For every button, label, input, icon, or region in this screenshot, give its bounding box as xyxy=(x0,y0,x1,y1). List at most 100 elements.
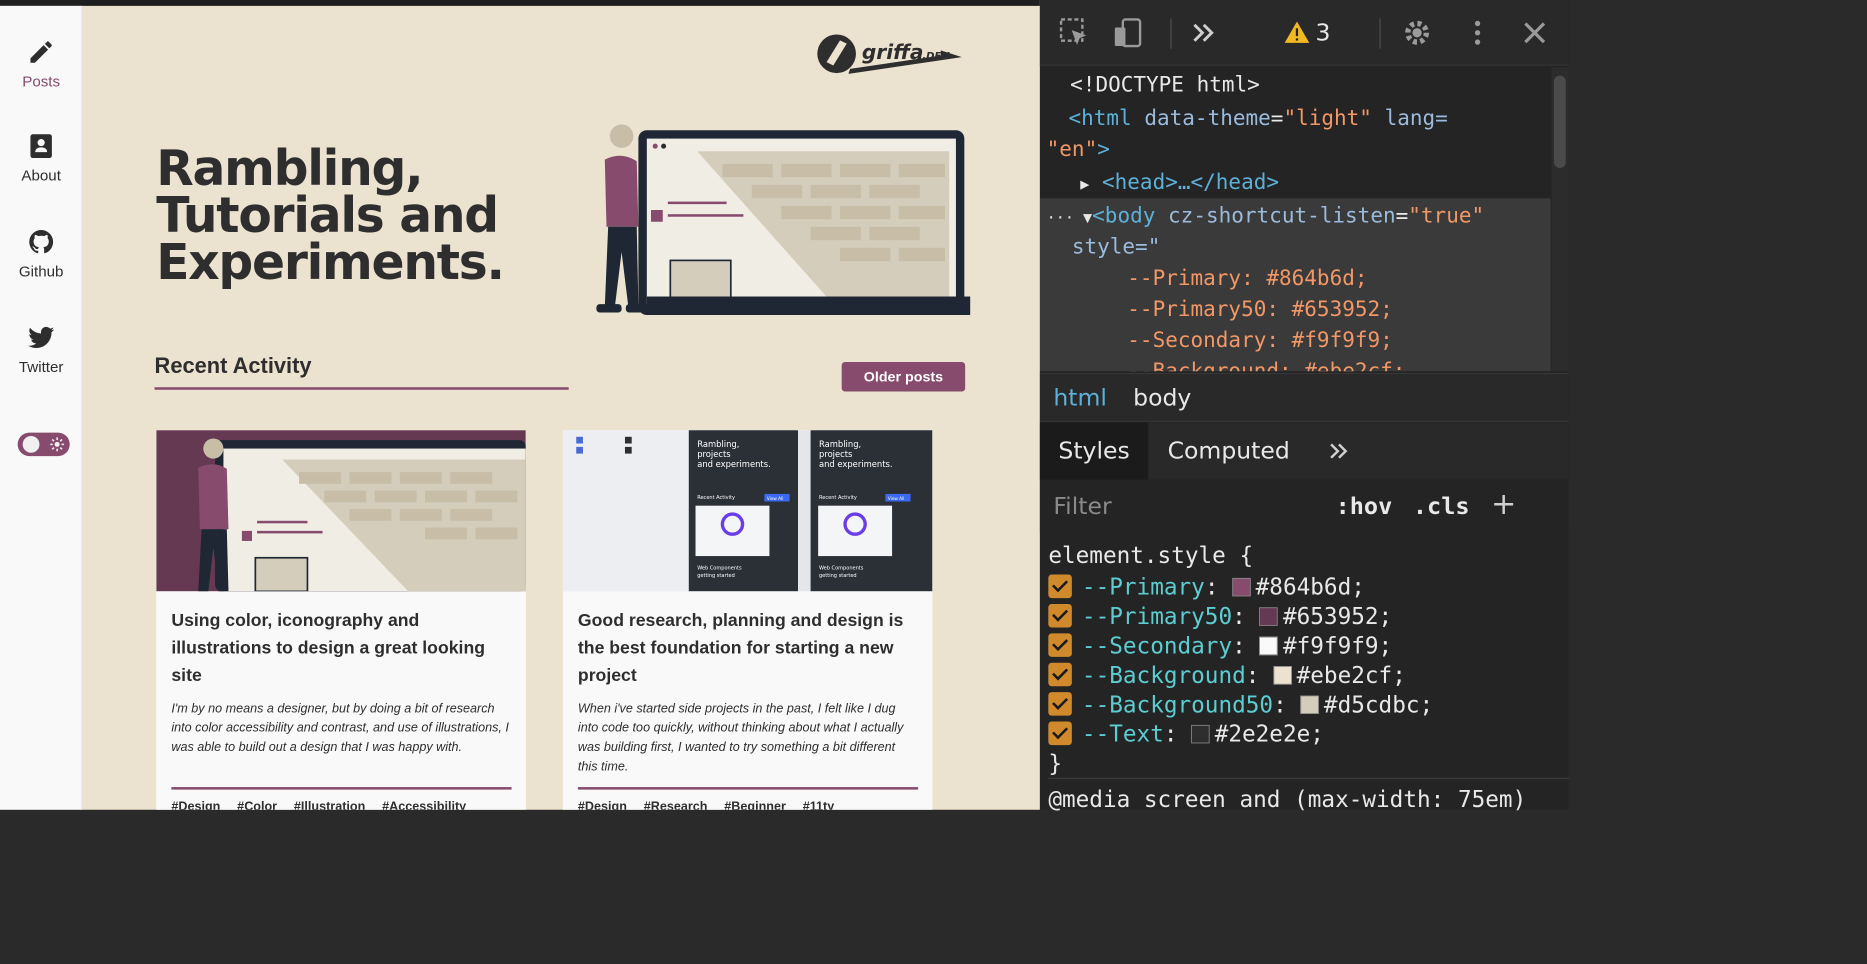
color-swatch[interactable] xyxy=(1259,607,1278,626)
doctype-node[interactable]: <!DOCTYPE html> xyxy=(1070,69,1260,100)
body-node[interactable]: ··· ▼<body cz-shortcut-listen="true" xyxy=(1047,200,1484,234)
tag-link[interactable]: #Illustration xyxy=(294,800,365,810)
style-var-line: --Primary50: #653952; xyxy=(1127,296,1393,321)
filter-input[interactable]: Filter xyxy=(1053,492,1111,520)
sidebar-item-label: Twitter xyxy=(18,358,64,376)
attr-value: "true" xyxy=(1408,203,1485,228)
checkbox-checked-icon[interactable] xyxy=(1048,574,1072,599)
device-toolbar-icon[interactable] xyxy=(1112,17,1144,49)
closing-brace: } xyxy=(1048,750,1062,777)
post-card-title[interactable]: Good research, planning and design is th… xyxy=(578,606,918,689)
color-swatch[interactable] xyxy=(1191,724,1210,744)
older-posts-button[interactable]: Older posts xyxy=(841,362,966,392)
hero-title: Rambling, Tutorials and Experiments. xyxy=(156,139,505,291)
toolbar-divider xyxy=(1170,18,1172,49)
scrollbar-thumb[interactable] xyxy=(1554,75,1566,168)
gear-icon[interactable] xyxy=(1401,17,1433,49)
breadcrumb-body[interactable]: body xyxy=(1133,384,1191,412)
post-card-divider xyxy=(577,787,919,790)
tag-link[interactable]: #Accessibility xyxy=(382,800,466,810)
more-tabs-icon[interactable] xyxy=(1326,438,1353,465)
color-swatch[interactable] xyxy=(1259,636,1278,656)
checkbox-checked-icon[interactable] xyxy=(1048,603,1072,628)
tag-link[interactable]: #Beginner xyxy=(724,800,786,810)
attr-name: cz-shortcut-listen xyxy=(1168,203,1396,228)
post-card[interactable]: Rambling, projects and experiments. Ramb… xyxy=(562,430,933,810)
tag-name: <html xyxy=(1068,105,1132,131)
inspect-element-icon[interactable] xyxy=(1058,17,1090,49)
devtools-panel: 3 <!DOCTYPE html> <html data-theme="ligh… xyxy=(1039,0,1570,813)
tag-link[interactable]: #Design xyxy=(578,800,627,810)
css-property-row[interactable]: --Background: #ebe2cf; xyxy=(1048,661,1406,690)
post-card-title[interactable]: Using color, iconography and illustratio… xyxy=(171,606,511,689)
attr-value: "en" xyxy=(1046,136,1098,162)
doctype-text: <!DOCTYPE html> xyxy=(1070,72,1260,97)
color-swatch[interactable] xyxy=(1232,577,1251,597)
more-tabs-icon[interactable] xyxy=(1188,17,1220,49)
tag-link[interactable]: #Design xyxy=(171,800,220,810)
post-card-divider xyxy=(171,787,512,790)
attr-value: "light" xyxy=(1283,105,1372,131)
css-property-row[interactable]: --Primary50: #653952; xyxy=(1048,602,1392,631)
tag-link[interactable]: #Research xyxy=(644,800,708,810)
element-style-selector[interactable]: element.style { xyxy=(1048,541,1253,570)
web-page: Posts About Github Twitter griffa .DEV R… xyxy=(0,0,1040,810)
sidebar-item-github[interactable]: Github xyxy=(0,228,82,281)
color-swatch[interactable] xyxy=(1300,695,1319,714)
style-attribute[interactable]: style=" xyxy=(1072,231,1161,262)
sidebar-item-posts[interactable]: Posts xyxy=(0,38,82,91)
close-icon[interactable] xyxy=(1519,17,1551,49)
checkbox-checked-icon[interactable] xyxy=(1048,721,1072,746)
thumb-recent-label: Recent Activity xyxy=(697,495,735,501)
html-node-continued: "en"> xyxy=(1046,136,1110,162)
head-node[interactable]: ▶ <head>…</head> xyxy=(1080,166,1279,200)
thumb-heading: and experiments. xyxy=(697,459,771,469)
thumb-heading: projects xyxy=(697,449,730,459)
devtools-toolbar: 3 xyxy=(1039,0,1569,66)
html-node[interactable]: <html data-theme="light" lang= xyxy=(1068,102,1447,133)
sidebar-item-label: Posts xyxy=(22,73,61,90)
tag-name: <body xyxy=(1092,203,1156,228)
css-property-row[interactable]: --Background50: #d5cdbc; xyxy=(1048,690,1433,719)
tab-computed[interactable]: Computed xyxy=(1149,423,1308,480)
elements-scrollbar[interactable] xyxy=(1551,67,1569,372)
media-query-rule[interactable]: @media screen and (max-width: 75em) xyxy=(1048,777,1570,815)
tag-link[interactable]: #11ty xyxy=(803,800,835,810)
post-card[interactable]: Using color, iconography and illustratio… xyxy=(156,430,526,810)
style-var-line: --Secondary: #f9f9f9; xyxy=(1127,327,1393,352)
css-property-row[interactable]: --Secondary: #f9f9f9; xyxy=(1048,632,1392,661)
hov-toggle[interactable]: :hov xyxy=(1336,492,1393,520)
breadcrumb-html[interactable]: html xyxy=(1053,384,1107,412)
kebab-menu-icon[interactable] xyxy=(1462,17,1494,49)
theme-toggle[interactable] xyxy=(17,432,70,457)
breadcrumb: html body xyxy=(1039,372,1569,422)
styles-tabbar: Styles Computed xyxy=(1039,422,1569,480)
color-swatch[interactable] xyxy=(1273,666,1292,685)
checkbox-checked-icon[interactable] xyxy=(1048,662,1072,687)
warning-count[interactable]: 3 xyxy=(1315,18,1330,46)
checkbox-checked-icon[interactable] xyxy=(1048,692,1072,716)
css-property-row[interactable]: --Primary: #864b6d; xyxy=(1048,573,1365,602)
attr-name: style=" xyxy=(1071,234,1161,259)
sun-icon xyxy=(50,437,65,452)
new-rule-plus-icon[interactable]: + xyxy=(1491,487,1516,521)
post-card-tags: #Design #Color #Illustration #Accessibility xyxy=(171,800,511,810)
sidebar-item-about[interactable]: About xyxy=(0,132,82,185)
research-thumbnail: Rambling, projects and experiments. Ramb… xyxy=(562,430,933,592)
cls-toggle[interactable]: .cls xyxy=(1413,492,1470,520)
css-property-row[interactable]: --Text: #2e2e2e; xyxy=(1048,720,1324,749)
sidebar-item-twitter[interactable]: Twitter xyxy=(0,323,82,376)
post-card-excerpt: When i've started side projects in the p… xyxy=(577,701,904,774)
checkbox-checked-icon[interactable] xyxy=(1048,633,1072,657)
thumb-heading: Rambling, xyxy=(819,439,861,449)
site-logo[interactable]: griffa .DEV xyxy=(815,32,966,79)
thumb-view-all: View All xyxy=(767,496,783,501)
attr-name: data-theme xyxy=(1144,105,1271,131)
styles-filter-bar: Filter :hov .cls + xyxy=(1039,480,1569,533)
post-card-image: Rambling, projects and experiments. Ramb… xyxy=(562,430,933,592)
tab-styles[interactable]: Styles xyxy=(1039,422,1149,480)
warning-icon[interactable] xyxy=(1284,17,1311,49)
style-var-line: --Background: #ebe2cf; xyxy=(1127,358,1406,372)
post-card-excerpt: I'm by no means a designer, but by doing… xyxy=(171,701,509,755)
tag-link[interactable]: #Color xyxy=(237,800,277,810)
